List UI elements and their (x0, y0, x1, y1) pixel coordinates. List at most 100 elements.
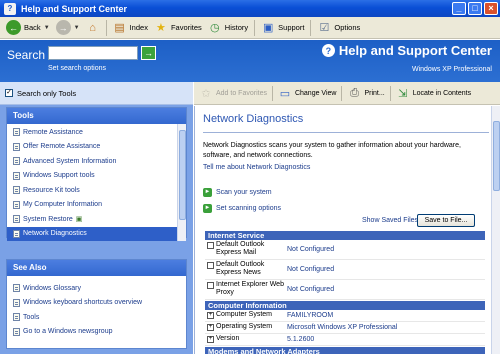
support-icon: ▣ (262, 22, 274, 34)
toolbar-separator (254, 19, 256, 36)
row-value: Microsoft Windows XP Professional (287, 324, 398, 331)
help-app-icon: ? (4, 2, 16, 15)
toolbar-separator (341, 85, 343, 101)
see-also-newsgroup[interactable]: Go to a Windows newsgroup (7, 325, 186, 340)
favorites-button[interactable]: ★ Favorites (154, 21, 202, 35)
add-to-favorites-button[interactable]: ✩ Add to Favorites (199, 86, 267, 100)
table-row: + Operating System Microsoft Windows XP P… (205, 322, 485, 334)
locate-in-contents-button[interactable]: ⇲ Locate in Contents (396, 86, 471, 100)
content-scrollbar[interactable] (491, 106, 500, 354)
table-row: Internet Explorer Web Proxy Not Configur… (205, 280, 485, 300)
minimize-button[interactable]: _ (452, 2, 466, 15)
print-button[interactable]: ⎙ Print... (347, 86, 385, 100)
doc-icon (13, 171, 20, 180)
tools-list: Remote Assistance Offer Remote Assistanc… (7, 124, 186, 241)
tool-item-label: Remote Assistance (23, 128, 83, 136)
index-label: Index (129, 23, 148, 32)
see-also-label: Tools (23, 313, 40, 321)
table-row: Default Outlook Express Mail Not Configu… (205, 240, 485, 260)
row-label-text: Operating System (216, 323, 273, 330)
row-label: Default Outlook Express News (205, 260, 285, 279)
row-label-text: Version (216, 335, 240, 342)
learn-more-link[interactable]: Tell me about Network Diagnostics (203, 164, 310, 171)
row-checkbox[interactable] (207, 282, 214, 289)
see-also-windows-glossary[interactable]: Windows Glossary (7, 281, 186, 296)
search-only-checkbox[interactable]: ✓ (5, 89, 13, 97)
row-checkbox[interactable] (207, 242, 214, 249)
search-only-tools[interactable]: ✓ Search only Tools (0, 82, 193, 105)
expand-plus-icon[interactable]: + (207, 312, 214, 319)
window-controls: _ □ × (452, 2, 498, 15)
expand-plus-icon[interactable]: + (207, 324, 214, 331)
see-also-tools[interactable]: Tools (7, 310, 186, 325)
tool-item-label: Windows Support tools (23, 172, 95, 180)
forward-button[interactable]: → ▼ (55, 20, 80, 35)
tool-item-my-computer-information[interactable]: My Computer Information (7, 198, 186, 213)
back-button[interactable]: ← Back ▼ (6, 20, 50, 35)
row-value: 5.1.2600 (287, 336, 315, 343)
page-description: Network Diagnostics scans your system to… (203, 142, 461, 159)
row-value: FAMILYROOM (287, 312, 334, 319)
table-row: + Computer System FAMILYROOM (205, 310, 485, 322)
scan-system-action[interactable]: ► Scan your system (203, 188, 272, 197)
options-button[interactable]: ☑ Options (317, 21, 360, 35)
tool-item-label: System Restore (23, 215, 73, 223)
scroll-thumb[interactable] (493, 121, 500, 191)
search-go-button[interactable]: → (141, 46, 156, 60)
tool-item-system-restore[interactable]: System Restore ▣ (7, 212, 186, 227)
tool-item-offer-remote-assistance[interactable]: Offer Remote Assistance (7, 140, 186, 155)
doc-icon (13, 298, 20, 307)
tools-scrollbar[interactable] (177, 124, 186, 241)
toolbar-separator (389, 85, 391, 101)
locate-label: Locate in Contents (412, 89, 472, 97)
row-label: Default Outlook Express Mail (205, 240, 285, 259)
search-input[interactable] (48, 46, 138, 60)
tool-item-advanced-system-information[interactable]: Advanced System Information (7, 154, 186, 169)
section-computer-information: Computer Information (205, 300, 485, 310)
set-options-label: Set scanning options (216, 205, 281, 212)
printer-icon: ⎙ (350, 86, 359, 99)
tool-item-label: My Computer Information (23, 201, 102, 209)
change-view-label: Change View (294, 89, 337, 97)
change-view-button[interactable]: ▭ Change View (278, 86, 337, 100)
play-icon: ► (203, 204, 212, 213)
set-search-options-link[interactable]: Set search options (48, 65, 106, 72)
row-value: Not Configured (287, 246, 335, 253)
star-icon: ★ (156, 22, 166, 34)
tool-item-label: Network Diagnostics (23, 230, 87, 238)
title-bar: ? Help and Support Center _ □ × (0, 0, 500, 17)
back-arrow-icon: ← (6, 20, 21, 35)
tool-item-label: Offer Remote Assistance (23, 143, 101, 151)
scroll-thumb[interactable] (179, 130, 186, 220)
toolbar-separator (105, 19, 107, 36)
row-value: Not Configured (287, 286, 335, 293)
chevron-down-icon: ▼ (43, 24, 50, 31)
doc-icon (13, 313, 20, 322)
tool-item-network-diagnostics[interactable]: Network Diagnostics (7, 226, 186, 241)
history-clock-icon: ◷ (209, 22, 220, 34)
show-saved-files-link[interactable]: Show Saved Files (362, 217, 418, 224)
close-button[interactable]: × (484, 2, 498, 15)
home-button[interactable]: ⌂ (86, 21, 100, 35)
history-button[interactable]: ◷ History (208, 21, 248, 35)
search-label: Search (7, 48, 46, 62)
index-button[interactable]: ▤ Index (113, 21, 148, 35)
content-pane: Network Diagnostics Network Diagnostics … (194, 106, 500, 354)
set-scanning-options-action[interactable]: ► Set scanning options (203, 204, 281, 213)
row-checkbox[interactable] (207, 262, 214, 269)
maximize-button[interactable]: □ (468, 2, 482, 15)
tool-item-windows-support-tools[interactable]: Windows Support tools (7, 169, 186, 184)
save-to-file-button[interactable]: Save to File... (417, 214, 475, 227)
window-title: Help and Support Center (21, 3, 128, 14)
doc-icon (13, 284, 20, 293)
row-label-text: Computer System (216, 311, 273, 318)
os-name: Windows XP Professional (411, 66, 492, 73)
locate-icon: ⇲ (398, 87, 408, 100)
expand-plus-icon[interactable]: + (207, 336, 214, 343)
support-button[interactable]: ▣ Support (261, 21, 304, 35)
tool-item-remote-assistance[interactable]: Remote Assistance (7, 125, 186, 140)
tool-item-resource-kit-tools[interactable]: Resource Kit tools (7, 183, 186, 198)
main-toolbar: ← Back ▼ → ▼ ⌂ ▤ Index ★ Favorites ◷ His… (0, 17, 500, 39)
table-row: + Version 5.1.2600 (205, 334, 485, 346)
see-also-keyboard-shortcuts[interactable]: Windows keyboard shortcuts overview (7, 296, 186, 311)
